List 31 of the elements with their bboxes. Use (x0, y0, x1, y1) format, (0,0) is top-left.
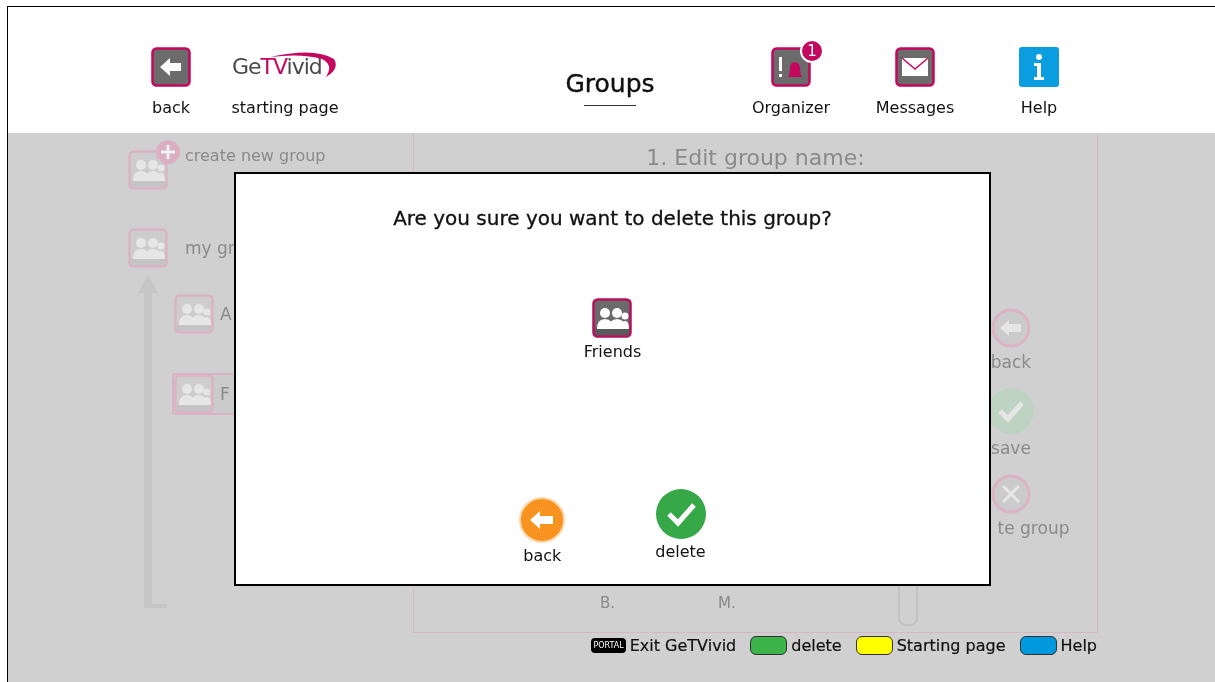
organizer-button[interactable]: 1 Organizer (736, 37, 846, 117)
checkmark-icon (988, 388, 1034, 434)
help-button[interactable]: Help (1019, 47, 1059, 117)
group-name: Friends (583, 342, 642, 361)
checkmark-icon (655, 489, 706, 539)
group-icon (128, 228, 168, 268)
dialog-question: Are you sure you want to delete this group? (393, 206, 832, 230)
messages-button[interactable]: Messages (875, 47, 955, 117)
brand-logo: GeTVivid (230, 47, 340, 87)
key-label: delete (791, 636, 842, 655)
group-icon (174, 294, 214, 334)
letter-label: M. (718, 593, 737, 612)
notification-badge: 1 (800, 39, 824, 63)
key-label: Exit GeTVivid (629, 636, 737, 655)
back-button[interactable]: back (151, 47, 191, 117)
back-button[interactable]: back (519, 497, 566, 565)
info-icon (1019, 47, 1059, 87)
section-heading: 1. Edit group name: (645, 144, 866, 170)
group-icon (128, 150, 168, 190)
plus-icon (156, 140, 180, 164)
key-label: Starting page (896, 636, 1006, 655)
close-icon (991, 474, 1031, 514)
letter-label: B. (600, 593, 617, 612)
bell-icon (771, 47, 811, 87)
page-title: Groups (565, 69, 655, 98)
group-icon (592, 298, 633, 338)
key-label: Help (1060, 636, 1097, 655)
envelope-icon (895, 47, 935, 87)
starting-page-button[interactable]: GeTVivid starting page (230, 47, 340, 117)
delete-button[interactable]: delete (655, 489, 706, 561)
portal-key: PORTAL (591, 638, 626, 653)
